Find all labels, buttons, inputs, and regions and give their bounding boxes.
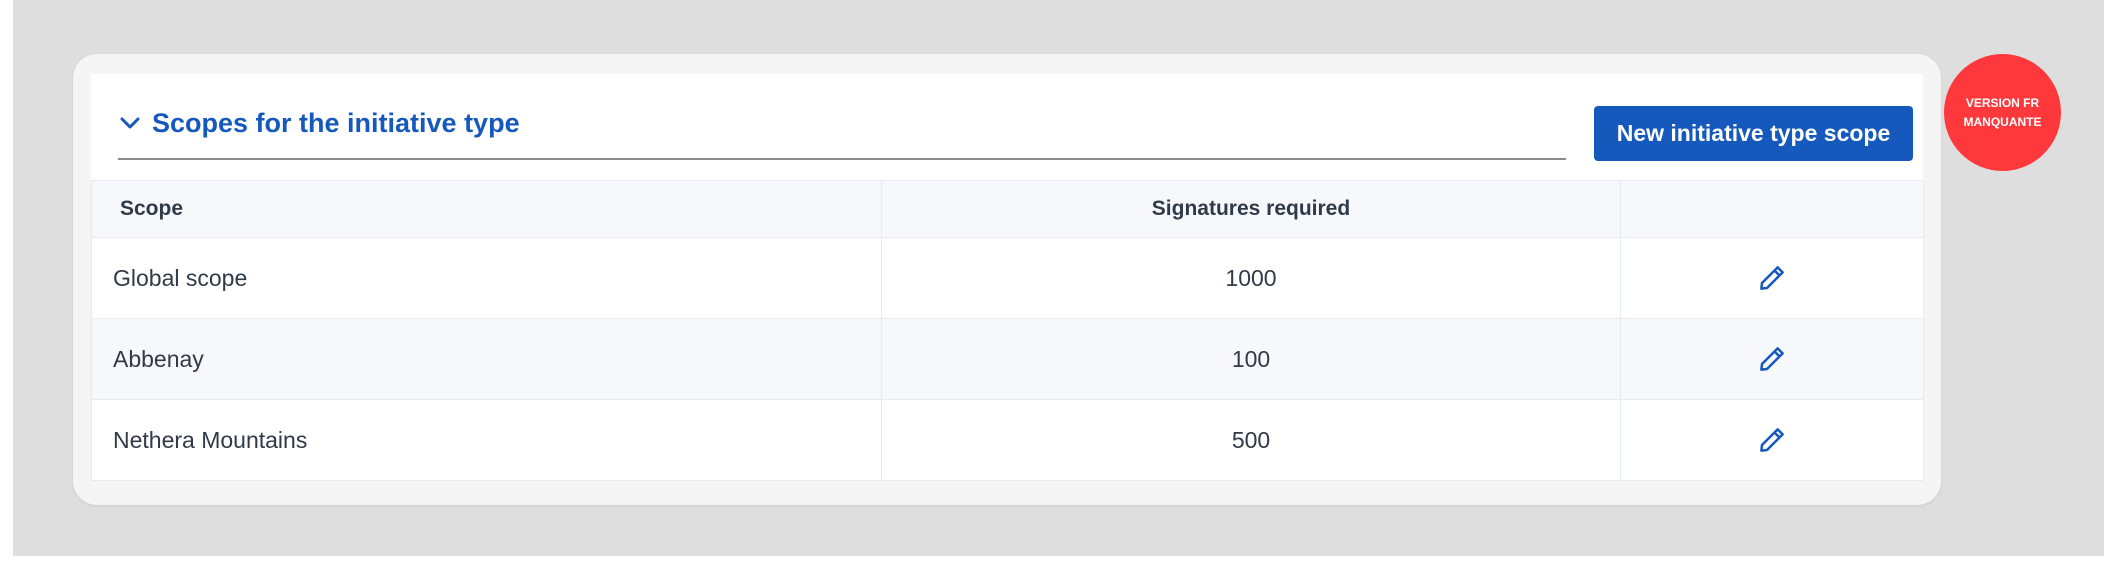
scope-cell: Global scope <box>91 237 882 319</box>
scope-cell: Nethera Mountains <box>91 399 882 481</box>
actions-cell <box>1620 318 1924 400</box>
edit-button[interactable] <box>1757 344 1787 374</box>
badge-line-2: MANQUANTE <box>1963 114 2042 129</box>
table-header-row: Scope Signatures required <box>91 180 1924 238</box>
chevron-down-icon <box>120 117 140 129</box>
section-header: Scopes for the initiative type New initi… <box>91 74 1923 184</box>
signatures-cell: 100 <box>881 318 1621 400</box>
missing-french-version-badge: VERSION FR MANQUANTE <box>1944 54 2061 171</box>
column-header-signatures: Signatures required <box>881 180 1621 238</box>
page-background: Scopes for the initiative type New initi… <box>13 0 2104 556</box>
section-toggle[interactable]: Scopes for the initiative type <box>118 98 1566 160</box>
scope-cell: Abbenay <box>91 318 882 400</box>
new-initiative-type-scope-button[interactable]: New initiative type scope <box>1594 106 1913 161</box>
pencil-icon <box>1760 347 1784 371</box>
edit-button[interactable] <box>1757 425 1787 455</box>
scopes-panel: Scopes for the initiative type New initi… <box>91 74 1924 481</box>
table-row: Nethera Mountains 500 <box>91 399 1924 481</box>
signatures-cell: 500 <box>881 399 1621 481</box>
pencil-icon <box>1760 428 1784 452</box>
pencil-icon <box>1760 266 1784 290</box>
badge-line-1: VERSION FR <box>1965 95 2040 110</box>
table-row: Abbenay 100 <box>91 318 1924 400</box>
section-title: Scopes for the initiative type <box>152 108 520 138</box>
column-header-scope: Scope <box>91 180 882 238</box>
scopes-card: Scopes for the initiative type New initi… <box>73 54 1941 505</box>
actions-cell <box>1620 237 1924 319</box>
edit-button[interactable] <box>1757 263 1787 293</box>
table-row: Global scope 1000 <box>91 237 1924 319</box>
scopes-table: Scope Signatures required Global scope 1… <box>91 180 1924 481</box>
signatures-cell: 1000 <box>881 237 1621 319</box>
column-header-actions <box>1620 180 1924 238</box>
actions-cell <box>1620 399 1924 481</box>
